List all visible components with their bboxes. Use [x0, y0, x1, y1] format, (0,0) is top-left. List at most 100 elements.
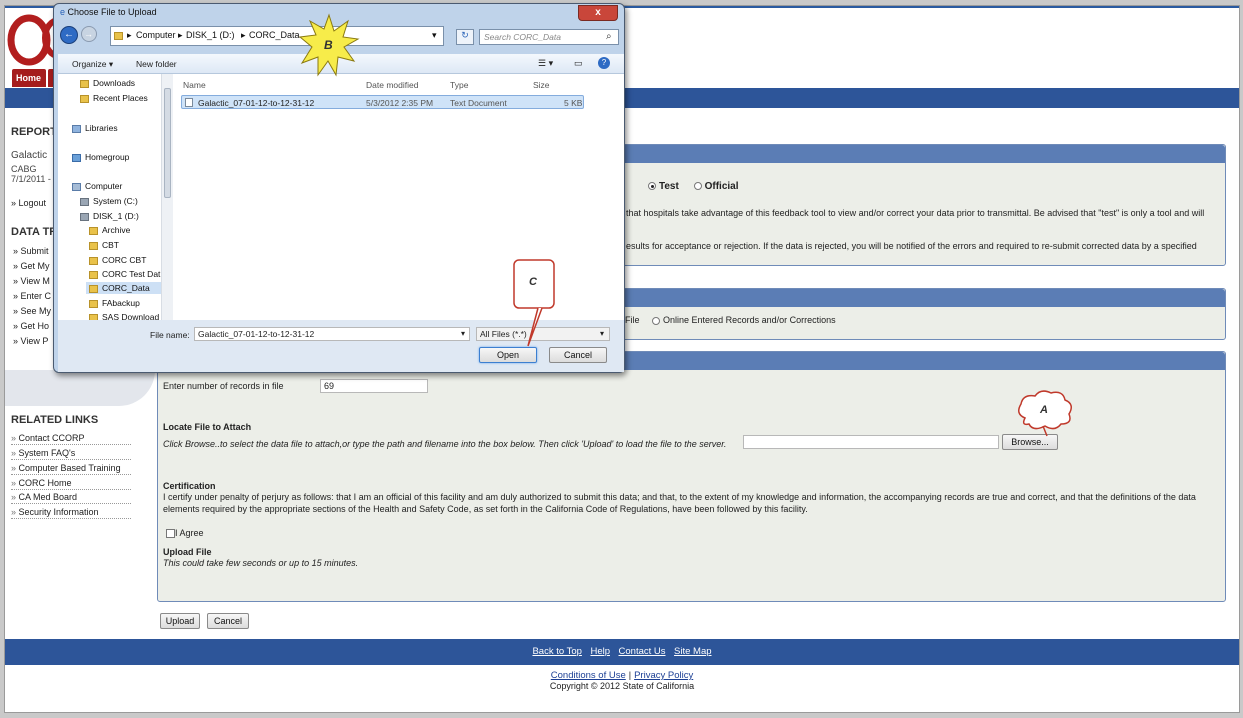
nav-tab-home[interactable]: Home: [12, 69, 46, 87]
nav-homegroup[interactable]: Homegroup: [72, 152, 129, 162]
help-icon[interactable]: ?: [598, 57, 610, 69]
nav-sas-download[interactable]: SAS Download: [89, 312, 159, 320]
refresh-icon[interactable]: ↻: [456, 29, 474, 45]
sidebar-item-see-my[interactable]: » See My: [13, 306, 51, 316]
dialog-title-text: Choose File to Upload: [67, 7, 157, 17]
dialog-close-button[interactable]: x: [578, 5, 618, 21]
folder-icon: [89, 256, 98, 265]
agree-checkbox[interactable]: [166, 529, 175, 539]
view-options-icon[interactable]: ☰ ▾: [538, 58, 553, 69]
sidebar-curve: [5, 370, 155, 406]
breadcrumb-corc-data[interactable]: CORC_Data: [249, 30, 300, 40]
back-forward-buttons: ← →: [60, 26, 97, 44]
callout-b: B: [298, 13, 360, 79]
nav-corc-cbt[interactable]: CORC CBT: [89, 255, 146, 265]
sidebar-item-submit[interactable]: » Submit: [13, 246, 49, 256]
organize-button[interactable]: Organize ▾: [72, 59, 113, 70]
privacy-link[interactable]: Privacy Policy: [634, 670, 693, 681]
nav-fabackup[interactable]: FAbackup: [89, 298, 140, 308]
callout-c-box: [513, 259, 555, 347]
official-radio[interactable]: [693, 182, 702, 191]
nav-recent-places[interactable]: Recent Places: [80, 93, 148, 103]
copyright: Copyright © 2012 State of California: [549, 681, 695, 691]
sidebar-item-view[interactable]: » View M: [13, 276, 50, 286]
footer-back-to-top-link[interactable]: Back to Top: [532, 646, 581, 657]
nav-corc-test-data[interactable]: CORC Test Dat: [89, 269, 160, 279]
file-date: 5/3/2012 2:35 PM: [366, 98, 434, 108]
records-input[interactable]: 69: [320, 379, 428, 393]
file-path-input[interactable]: [743, 435, 999, 449]
new-folder-button[interactable]: New folder: [136, 59, 177, 69]
column-name[interactable]: Name: [183, 80, 206, 90]
cancel-button[interactable]: Cancel: [207, 613, 249, 629]
back-arrow-icon[interactable]: ←: [60, 26, 78, 44]
homegroup-icon: [72, 153, 81, 162]
folder-icon: [89, 284, 98, 293]
locate-instructions: Click Browse..to select the data file to…: [163, 439, 727, 449]
related-link-contact-ccorp[interactable]: Contact CCORP: [11, 432, 131, 445]
certification-text-1: I certify under penalty of perjury as fo…: [163, 492, 1196, 502]
open-button[interactable]: Open: [479, 347, 537, 363]
related-link-cbt[interactable]: Computer Based Training: [11, 462, 131, 475]
certification-text-2: elements required by the appropriate sec…: [163, 504, 808, 514]
footer-sitemap-link[interactable]: Site Map: [674, 646, 712, 657]
libraries-icon: [72, 124, 81, 133]
file-size: 5 KB: [564, 98, 583, 108]
logout-link[interactable]: » Logout: [11, 198, 46, 208]
sidebar-item-get-my[interactable]: » Get My: [13, 261, 50, 271]
footer-bar: Back to Top Help Contact Us Site Map: [5, 639, 1239, 665]
breadcrumb-computer[interactable]: Computer: [136, 30, 176, 40]
online-radio[interactable]: [652, 316, 661, 325]
file-row-selected[interactable]: Galactic_07-01-12-to-12-31-12 5/3/2012 2…: [181, 95, 584, 109]
column-size[interactable]: Size: [533, 80, 550, 90]
sidebar-item-enter[interactable]: » Enter C: [13, 291, 51, 301]
program-name: CABG: [11, 164, 37, 174]
chevron-down-icon[interactable]: ▾: [432, 30, 437, 41]
report-heading: REPORT: [11, 126, 57, 138]
folder-icon: [89, 226, 98, 235]
nav-corc-data[interactable]: CORC_Data: [86, 282, 161, 294]
related-link-faqs[interactable]: System FAQ's: [11, 447, 131, 460]
nav-libraries[interactable]: Libraries: [72, 123, 118, 133]
related-link-corc-home[interactable]: CORC Home: [11, 477, 131, 490]
related-link-ca-med-board[interactable]: CA Med Board: [11, 491, 131, 504]
sidebar-item-view-p[interactable]: » View P: [13, 336, 48, 346]
report-period: 7/1/2011 -: [11, 174, 51, 184]
footer-contact-link[interactable]: Contact Us: [619, 646, 666, 657]
filename-input[interactable]: Galactic_07-01-12-to-12-31-12: [194, 327, 470, 341]
dialog-cancel-button[interactable]: Cancel: [549, 347, 607, 363]
nav-cbt[interactable]: CBT: [89, 240, 119, 250]
upload-button[interactable]: Upload: [160, 613, 200, 629]
conditions-link[interactable]: Conditions of Use: [551, 670, 626, 681]
nav-system-c[interactable]: System (C:): [80, 196, 138, 206]
address-bar[interactable]: ▸ Computer ▸ DISK_1 (D:) ▸ CORC_Data ▾: [110, 26, 444, 46]
file-option-label: File: [625, 315, 640, 325]
nav-scrollbar[interactable]: [161, 74, 173, 320]
nav-computer[interactable]: Computer: [72, 181, 122, 191]
folder-icon: [89, 299, 98, 308]
sidebar-item-get-ho[interactable]: » Get Ho: [13, 321, 49, 331]
related-link-security[interactable]: Security Information: [11, 506, 131, 519]
filename-label: File name:: [150, 330, 190, 340]
test-radio[interactable]: [648, 182, 656, 191]
chevron-down-icon[interactable]: ▾: [461, 329, 465, 338]
forward-arrow-icon[interactable]: →: [80, 26, 97, 42]
related-links-heading: RELATED LINKS: [11, 414, 99, 426]
column-date-modified[interactable]: Date modified: [366, 80, 418, 90]
breadcrumb-disk[interactable]: DISK_1 (D:): [186, 30, 235, 40]
footer-help-link[interactable]: Help: [590, 646, 610, 657]
submission-desc-1: that hospitals take advantage of this fe…: [626, 208, 1205, 218]
nav-downloads[interactable]: Downloads: [80, 78, 135, 88]
nav-scroll-thumb[interactable]: [164, 88, 171, 198]
nav-disk-d[interactable]: DISK_1 (D:): [80, 211, 139, 221]
callout-c: C: [512, 258, 558, 348]
submission-desc-2: esults for acceptance or rejection. If t…: [626, 241, 1197, 251]
nav-archive[interactable]: Archive: [89, 225, 130, 235]
folder-icon: ▸: [114, 30, 132, 41]
preview-pane-icon[interactable]: ▭: [574, 58, 583, 69]
search-input[interactable]: Search CORC_Data: [479, 29, 619, 45]
online-option-label: Online Entered Records and/or Correction…: [663, 315, 836, 325]
chevron-down-icon[interactable]: ▾: [600, 329, 604, 338]
test-label: Test: [659, 181, 679, 192]
column-type[interactable]: Type: [450, 80, 468, 90]
